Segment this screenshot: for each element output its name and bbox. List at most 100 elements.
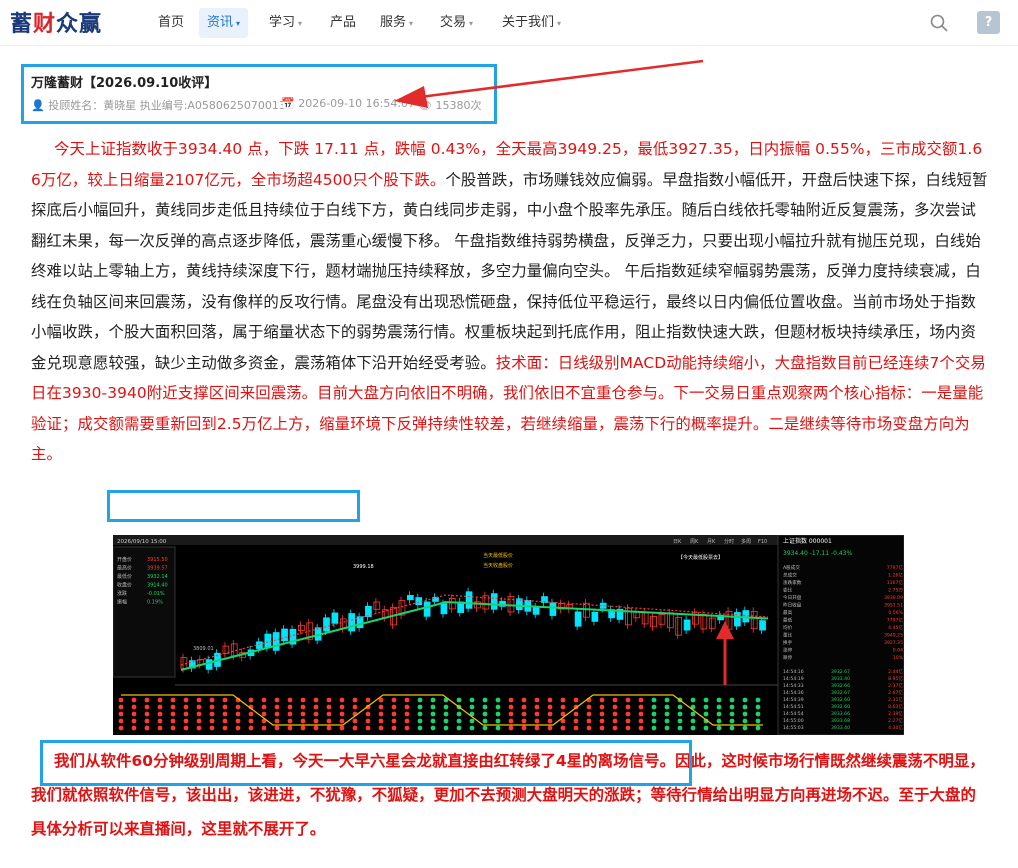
tick-vol: 2.27亿 — [888, 717, 903, 724]
signal-dot — [274, 718, 280, 724]
signal-dot — [365, 697, 371, 703]
signal-dot — [157, 704, 163, 710]
nav-item-4[interactable]: 服务 ▾ — [372, 8, 421, 38]
signal-dot — [313, 718, 319, 724]
signal-dot — [612, 725, 618, 731]
signal-dot — [352, 725, 358, 731]
chevron-down-icon: ▾ — [557, 19, 562, 28]
views-text: 15380次 — [435, 99, 482, 112]
signal-dot — [573, 697, 579, 703]
signal-dot — [599, 697, 605, 703]
nav-item-5[interactable]: 交易 ▾ — [432, 8, 481, 38]
signal-dot — [196, 725, 202, 731]
nav-item-3[interactable]: 产品 — [322, 8, 364, 38]
signal-dot — [196, 718, 202, 724]
site-logo[interactable]: 蓄财众赢 — [10, 6, 102, 38]
signal-dot — [326, 725, 332, 731]
signal-dot — [716, 711, 722, 717]
signal-dot — [469, 725, 475, 731]
signal-dot — [482, 704, 488, 710]
signal-dot — [339, 718, 345, 724]
nav-item-label: 交易 — [440, 15, 467, 30]
signal-dot — [118, 704, 124, 710]
signal-dot — [755, 725, 761, 731]
signal-dot — [534, 704, 540, 710]
signal-dot — [456, 725, 462, 731]
left-row-val: 3939.57 — [147, 566, 168, 572]
signal-dot — [118, 711, 124, 717]
candle-body — [323, 617, 330, 632]
signal-dot — [287, 718, 293, 724]
signal-dot — [677, 704, 683, 710]
signal-dot — [703, 711, 709, 717]
candle-body — [348, 613, 355, 632]
signal-dot — [625, 718, 631, 724]
signal-dot — [378, 725, 384, 731]
signal-dot — [222, 718, 228, 724]
signal-dot — [625, 697, 631, 703]
candle-body — [407, 595, 414, 601]
nav-item-0[interactable]: 首页 — [150, 8, 192, 38]
signal-dot — [495, 704, 501, 710]
signal-dot — [339, 704, 345, 710]
signal-dot — [300, 725, 306, 731]
signal-dot — [313, 711, 319, 717]
right-row-key: 最低 — [783, 617, 793, 624]
right-row-key: 委比 — [783, 587, 793, 594]
signal-dot — [664, 718, 670, 724]
signal-dot — [482, 697, 488, 703]
signal-dot — [430, 718, 436, 724]
signal-dot — [586, 725, 592, 731]
signal-dot — [534, 711, 540, 717]
signal-dot — [274, 704, 280, 710]
signal-dot — [365, 718, 371, 724]
tick-vol: 2.67亿 — [888, 689, 903, 696]
author-text: 投顾姓名：黄晓星 执业编号:A0580625070013 — [48, 99, 286, 112]
avatar[interactable]: ? — [977, 11, 1000, 34]
nav-item-6[interactable]: 关于我们 ▾ — [494, 8, 569, 38]
signal-dot — [586, 718, 592, 724]
candle-body — [272, 632, 280, 651]
signal-dot — [664, 725, 670, 731]
right-row-val: 1167亿 — [887, 579, 904, 586]
signal-dot — [443, 725, 449, 731]
signal-dot — [378, 704, 384, 710]
candle-body — [423, 601, 431, 617]
right-row-key: 量比 — [783, 632, 793, 639]
signal-dot — [482, 725, 488, 731]
signal-dot — [378, 718, 384, 724]
signal-dot — [755, 711, 761, 717]
chart-index-name: 上证指数 000001 — [783, 537, 832, 545]
signal-dot — [742, 718, 748, 724]
signal-dot — [573, 718, 579, 724]
signal-dot — [157, 697, 163, 703]
signal-dot — [131, 718, 137, 724]
signal-dot — [261, 704, 267, 710]
signal-dot — [664, 704, 670, 710]
signal-dot — [651, 697, 657, 703]
tick-price: 3933.68 — [831, 718, 850, 724]
signal-dot — [599, 704, 605, 710]
date-text: 2026-09-10 16:54:07 — [298, 97, 416, 110]
signal-dot — [222, 704, 228, 710]
signal-dot — [638, 711, 644, 717]
tick-price: 3932.66 — [831, 683, 850, 689]
signal-dot — [261, 697, 267, 703]
nav-item-2[interactable]: 学习 ▾ — [261, 8, 310, 38]
tick-price: 3932.67 — [831, 669, 850, 675]
signal-dot — [521, 725, 527, 731]
signal-dot — [209, 718, 215, 724]
nav-item-1[interactable]: 资讯 ▾ — [199, 8, 249, 38]
signal-dot — [742, 697, 748, 703]
signal-dot — [508, 704, 514, 710]
signal-dot — [417, 725, 423, 731]
left-row-val: -0.01% — [147, 591, 165, 597]
signal-dot — [729, 725, 735, 731]
left-row-key: 收盘价 — [117, 582, 132, 589]
signal-dot — [443, 711, 449, 717]
search-icon[interactable] — [929, 13, 949, 33]
paragraph-1: 今天上证指数收于3934.40 点，下跌 17.11 点，跌幅 0.43%，全天… — [31, 134, 988, 470]
signal-dot — [248, 718, 254, 724]
chevron-down-icon: ▾ — [298, 19, 303, 28]
right-row-val: 0.04 — [893, 648, 903, 654]
